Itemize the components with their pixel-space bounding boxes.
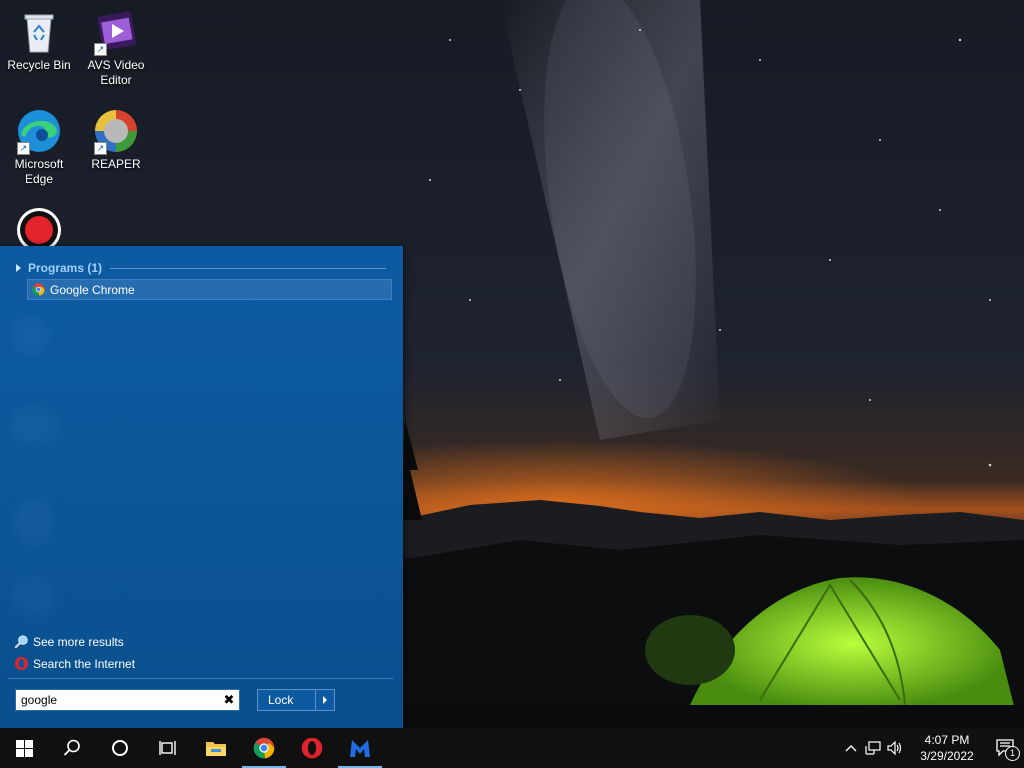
start-button[interactable] — [0, 728, 48, 768]
search-result-google-chrome[interactable]: Google Chrome — [27, 279, 392, 300]
opera-taskbar-button[interactable] — [288, 728, 336, 768]
chrome-taskbar-button[interactable] — [240, 728, 288, 768]
recycle-bin-icon — [15, 8, 63, 56]
desktop-icon-reaper[interactable]: ↗ REAPER — [80, 107, 152, 172]
lock-button-label: Lock — [268, 693, 294, 707]
programs-group-header[interactable]: Programs (1) — [16, 260, 386, 276]
shortcut-arrow-icon: ↗ — [94, 142, 107, 155]
desktop-icon-label: AVS Video Editor — [87, 58, 145, 87]
chrome-icon — [253, 737, 275, 759]
task-view-button[interactable] — [144, 728, 192, 768]
volume-icon[interactable] — [884, 728, 906, 768]
network-icon[interactable] — [862, 728, 884, 768]
opera-icon — [301, 737, 323, 759]
desktop-icon-label: Recycle Bin — [7, 58, 71, 72]
magnifier-icon — [14, 635, 28, 649]
search-internet-label: Search the Internet — [33, 656, 136, 671]
clock-time: 4:07 PM — [924, 733, 970, 747]
file-explorer-button[interactable] — [192, 728, 240, 768]
opera-icon — [14, 656, 29, 671]
desktop-icon-label: REAPER — [91, 157, 141, 171]
expand-arrow-icon — [16, 264, 21, 272]
search-icon — [63, 739, 80, 756]
result-label: Google Chrome — [50, 282, 135, 297]
taskbar-search-button[interactable] — [48, 728, 96, 768]
taskbar-clock[interactable]: 4:07 PM 3/29/2022 — [912, 732, 982, 764]
group-divider — [110, 267, 386, 269]
start-search-input[interactable] — [16, 691, 219, 709]
notification-count-badge: 1 — [1005, 746, 1020, 761]
malwarebytes-icon — [350, 740, 370, 757]
desktop-icon-microsoft-edge[interactable]: ↗ Microsoft Edge — [3, 107, 75, 187]
programs-group-label: Programs (1) — [28, 261, 103, 275]
desktop-icon-recycle-bin[interactable]: Recycle Bin — [3, 8, 75, 73]
system-tray: 4:07 PM 3/29/2022 1 — [840, 728, 1024, 768]
edge-icon: ↗ — [15, 107, 63, 155]
start-menu-panel: Programs (1) Google Chrome See more resu… — [0, 246, 403, 728]
shortcut-arrow-icon: ↗ — [17, 142, 30, 155]
desktop-icon-label: Microsoft Edge — [14, 157, 64, 186]
clock-date: 3/29/2022 — [920, 749, 974, 763]
show-hidden-icons-chevron-icon[interactable] — [840, 728, 862, 768]
see-more-label: See more results — [33, 634, 124, 649]
shortcut-arrow-icon: ↗ — [94, 43, 107, 56]
start-menu-divider — [8, 678, 394, 679]
folder-icon — [206, 742, 226, 756]
start-search-box[interactable]: ✖ — [15, 689, 240, 711]
windows-logo-icon — [15, 739, 33, 757]
task-view-icon — [159, 741, 176, 755]
clear-search-icon[interactable]: ✖ — [219, 692, 239, 708]
desktop-icon-avs-video-editor[interactable]: ↗ AVS Video Editor — [80, 8, 152, 88]
cortana-circle-icon — [112, 740, 128, 756]
avs-video-editor-icon: ↗ — [92, 8, 140, 56]
chrome-icon — [32, 283, 45, 296]
taskbar: 4:07 PM 3/29/2022 1 — [0, 728, 1024, 768]
cortana-button[interactable] — [96, 728, 144, 768]
reaper-icon: ↗ — [92, 107, 140, 155]
malwarebytes-taskbar-button[interactable] — [336, 728, 384, 768]
see-more-results-link[interactable]: See more results — [14, 634, 124, 649]
lock-button[interactable]: Lock — [257, 689, 335, 711]
action-center-button[interactable]: 1 — [988, 728, 1024, 768]
search-internet-link[interactable]: Search the Internet — [14, 656, 135, 671]
power-options-arrow-icon[interactable] — [315, 690, 334, 710]
